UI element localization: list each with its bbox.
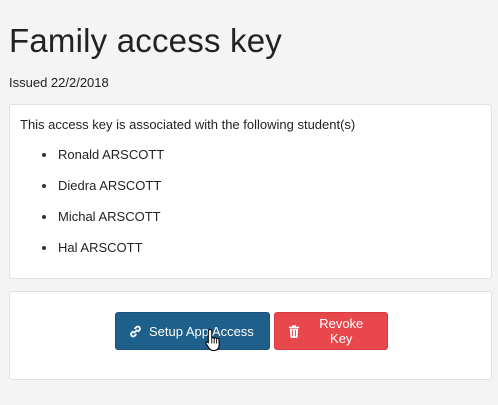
- bullet: [42, 184, 46, 188]
- revoke-key-button[interactable]: Revoke Key: [274, 312, 388, 350]
- student-list: Ronald ARSCOTT Diedra ARSCOTT Michal ARS…: [20, 140, 481, 264]
- list-item: Michal ARSCOTT: [42, 202, 481, 233]
- action-buttons: Setup App Access Revoke Key: [115, 312, 388, 352]
- trash-icon: [287, 324, 300, 338]
- student-name: Ronald ARSCOTT: [58, 147, 165, 162]
- issued-date: Issued 22/2/2018: [9, 75, 109, 90]
- student-name: Diedra ARSCOTT: [58, 178, 162, 193]
- list-item: Hal ARSCOTT: [42, 233, 481, 264]
- page-title: Family access key: [9, 22, 282, 59]
- students-panel: This access key is associated with the f…: [9, 104, 492, 279]
- bullet: [42, 246, 46, 250]
- setup-button-label: Setup App Access: [149, 323, 254, 339]
- revoke-button-label: Revoke Key: [319, 316, 364, 346]
- page: Family access key Issued 22/2/2018 This …: [0, 0, 498, 405]
- student-name: Michal ARSCOTT: [58, 209, 161, 224]
- student-name: Hal ARSCOTT: [58, 240, 143, 255]
- setup-app-access-button[interactable]: Setup App Access: [115, 312, 270, 352]
- bullet: [42, 153, 46, 157]
- actions-panel: Setup App Access Revoke Key: [9, 291, 492, 380]
- list-item: Diedra ARSCOTT: [42, 171, 481, 202]
- students-intro: This access key is associated with the f…: [20, 117, 356, 132]
- bullet: [42, 215, 46, 219]
- link-icon: [128, 324, 142, 338]
- list-item: Ronald ARSCOTT: [42, 140, 481, 171]
